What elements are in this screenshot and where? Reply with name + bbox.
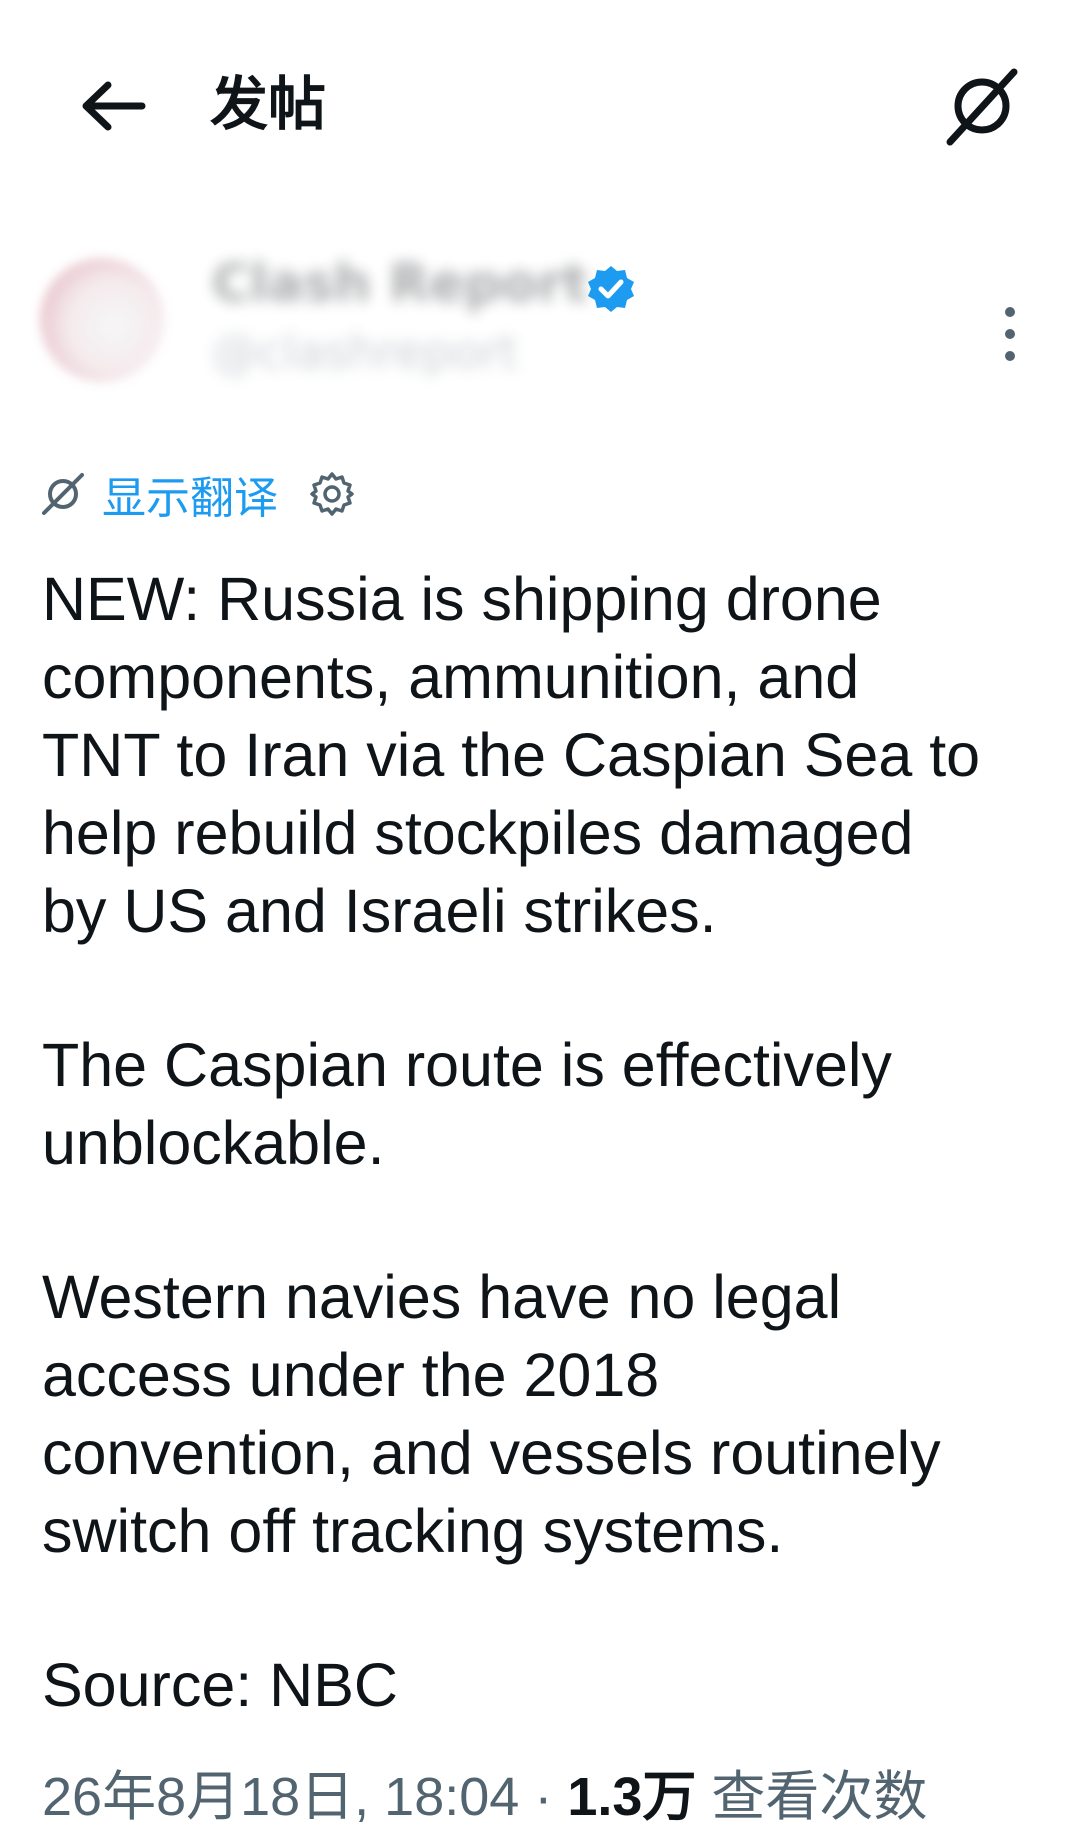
post-paragraph: The Caspian route is effectively unblock…	[42, 1031, 892, 1177]
views-count[interactable]: 1.3万	[567, 1767, 696, 1827]
author-name[interactable]: Clash Report	[212, 252, 588, 316]
translate-icon	[42, 473, 84, 515]
verified-badge-icon	[588, 266, 634, 312]
views-label: 查看次数	[696, 1767, 928, 1827]
avatar[interactable]	[40, 258, 164, 382]
author-row: Clash Report @clashreport	[0, 240, 1080, 410]
post-paragraph: NEW: Russia is shipping drone components…	[42, 565, 981, 945]
meta-separator: ·	[519, 1767, 568, 1827]
translation-settings-button[interactable]	[308, 470, 356, 518]
translate-row: 显示翻译	[40, 462, 356, 526]
gear-icon	[310, 472, 354, 516]
author-handle[interactable]: @clashreport	[212, 324, 518, 380]
translate-icon	[946, 68, 1018, 146]
back-button[interactable]	[72, 64, 156, 148]
page-title: 发帖	[210, 70, 327, 138]
more-options-button[interactable]	[980, 292, 1040, 376]
post-meta: 26年8月18日, 18:04 · 1.3万 查看次数	[42, 1764, 927, 1830]
translate-post-button[interactable]	[932, 56, 1032, 156]
post-paragraph: Western navies have no legal access unde…	[42, 1263, 941, 1565]
post-text: NEW: Russia is shipping drone components…	[42, 560, 1052, 1724]
post-detail-page: 发帖 Clash Report @clashreport 显示翻译 NEW: R…	[0, 0, 1080, 1848]
show-translation-link[interactable]: 显示翻译	[102, 462, 278, 526]
post-paragraph: Source: NBC	[42, 1651, 398, 1719]
more-vertical-icon	[1005, 307, 1015, 361]
arrow-left-icon	[82, 81, 146, 131]
post-timestamp[interactable]: 26年8月18日, 18:04	[42, 1767, 519, 1827]
top-bar: 发帖	[0, 0, 1080, 200]
